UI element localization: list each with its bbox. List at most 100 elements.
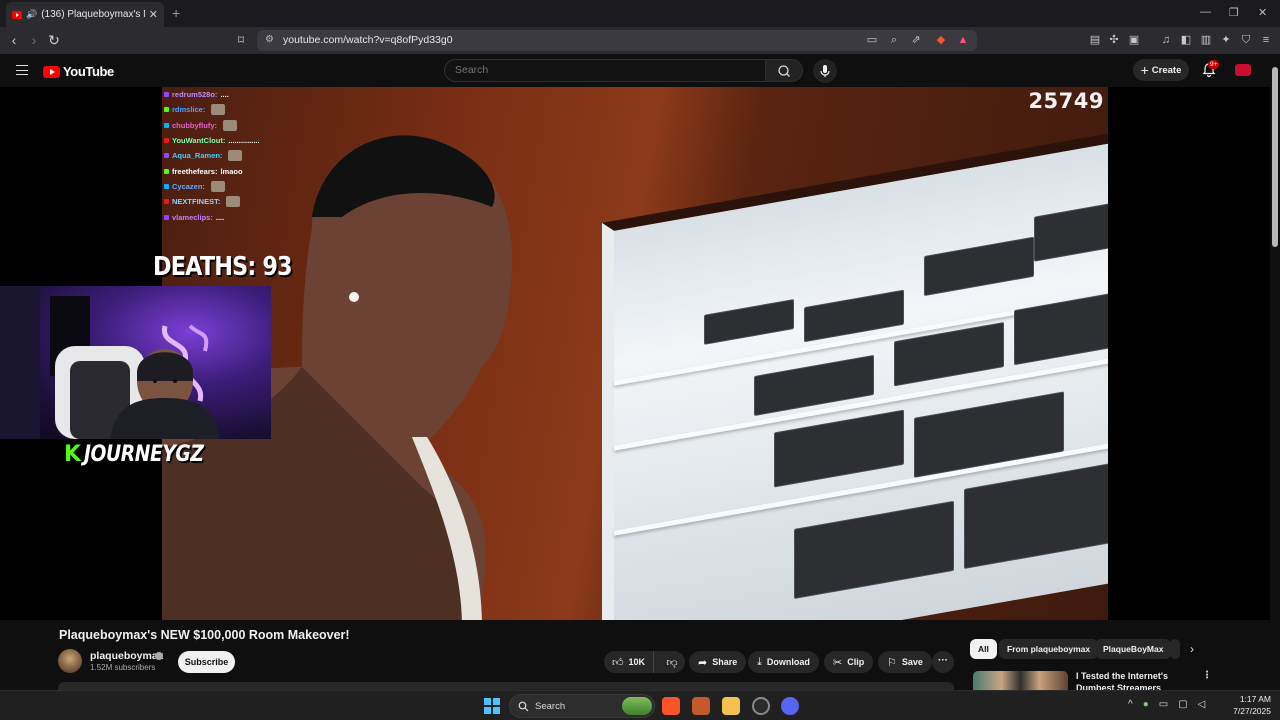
chip-plaqueboymax[interactable]: PlaqueBoyMax	[1095, 639, 1172, 659]
search-box[interactable]	[444, 59, 766, 82]
chat-badge-icon	[164, 199, 169, 205]
maximize-icon[interactable]: ❐	[1229, 6, 1239, 19]
voice-search-button[interactable]	[813, 59, 837, 83]
browser-tab[interactable]: 🔊 (136) Plaqueboymax's NEW $ ✕	[6, 2, 164, 27]
microphone-tray-icon[interactable]: ●	[1143, 699, 1149, 710]
site-info-icon[interactable]: ⚙	[265, 34, 274, 45]
share-page-icon[interactable]: ⇗	[909, 33, 923, 47]
chat-text: ....	[215, 212, 225, 222]
recommended-video-menu-icon[interactable]: ⋮	[1202, 670, 1212, 681]
steam-icon[interactable]	[752, 697, 770, 715]
video-title: Plaqueboymax's NEW $100,000 Room Makeove…	[59, 628, 350, 642]
chat-emote-icon	[228, 150, 243, 162]
chip-next-chevron-icon[interactable]: ›	[1190, 642, 1194, 656]
chat-badge-icon	[164, 92, 169, 98]
chat-message: NEXTFINEST:	[164, 194, 334, 209]
leo-ai-icon[interactable]: ✦	[1219, 33, 1233, 47]
back-icon[interactable]: ‹	[6, 32, 22, 48]
brave-shields-icon[interactable]: ◆	[934, 33, 948, 47]
more-actions-button[interactable]: ···	[932, 651, 954, 673]
chat-badge-icon	[164, 214, 169, 220]
chat-username: chubbyflufy:	[172, 120, 217, 130]
download-icon: ⤓	[757, 655, 762, 668]
taskbar-clock[interactable]: 1:17 AM 7/27/2025	[1226, 694, 1271, 717]
kick-logo-icon: K	[64, 441, 82, 467]
stream-chat-overlay: redrum528o:.... rdmslice: chubbyflufy: YouW…	[164, 87, 334, 225]
search-input[interactable]	[455, 64, 755, 76]
chip-overflow[interactable]	[1170, 639, 1180, 659]
brave-rewards-icon[interactable]: ▲	[956, 33, 970, 47]
account-avatar[interactable]	[1235, 64, 1251, 76]
like-dislike-group: 👍︎ 10K 👎︎	[604, 651, 685, 673]
save-label: Save	[901, 657, 923, 667]
taskbar-search-label: Search	[535, 701, 566, 712]
hamburger-menu-icon[interactable]	[16, 65, 28, 75]
tray-chevron-icon[interactable]: ^	[1128, 699, 1133, 710]
description-box[interactable]	[58, 682, 954, 690]
save-button[interactable]: ⚐ Save	[878, 651, 932, 673]
clip-button[interactable]: ✂ Clip	[824, 651, 874, 673]
share-button[interactable]: ➦ Share	[689, 651, 747, 673]
vpn-shield-icon[interactable]: ⛉	[1239, 33, 1253, 47]
plus-icon: +	[1140, 62, 1149, 78]
chat-badge-icon	[164, 168, 169, 174]
video-player[interactable]: 25749 redrum528o:.... rdmslice: chubbyfluf…	[0, 87, 1270, 620]
bookmark-save-icon: ⚐	[887, 656, 897, 669]
recommended-video-thumbnail[interactable]	[973, 671, 1068, 690]
thumbs-up-icon: 👍︎	[612, 656, 624, 669]
subscribe-button[interactable]: Subscribe	[178, 651, 235, 673]
zoom-icon[interactable]: ⌕	[887, 33, 901, 47]
music-icon[interactable]: ♫	[1159, 33, 1173, 47]
thumbs-down-icon: 👎︎	[666, 656, 678, 669]
network-icon[interactable]: ▭	[1159, 699, 1168, 710]
scrollbar-thumb[interactable]	[1272, 67, 1278, 247]
volume-icon[interactable]: ◁	[1198, 699, 1206, 710]
cast-icon[interactable]: ▭	[865, 33, 879, 47]
like-button[interactable]: 👍︎ 10K	[604, 651, 654, 673]
extension-icon[interactable]: ▤	[1088, 33, 1102, 47]
dislike-button[interactable]: 👎︎	[659, 656, 685, 669]
chat-message: chubbyflufy:	[164, 118, 334, 133]
create-button[interactable]: + Create	[1133, 59, 1189, 81]
chat-emote-icon	[211, 104, 226, 116]
discord-icon[interactable]	[781, 697, 799, 715]
wallet-icon[interactable]: ▥	[1199, 33, 1213, 47]
chat-badge-icon	[164, 138, 169, 144]
screenshot-icon[interactable]: ▣	[1127, 33, 1141, 47]
forward-icon[interactable]: ›	[26, 32, 42, 48]
url-text: youtube.com/watch?v=q8ofPyd33g0	[283, 34, 453, 46]
browser-tab-bar: 🔊 (136) Plaqueboymax's NEW $ ✕ + — ❐ ✕	[0, 0, 1280, 27]
new-tab-button[interactable]: +	[172, 5, 180, 21]
close-tab-icon[interactable]: ✕	[149, 8, 158, 21]
channel-name[interactable]: plaqueboymax	[90, 650, 164, 662]
chat-message: Aqua_Ramen:	[164, 148, 334, 163]
chip-all[interactable]: All	[970, 639, 997, 659]
search-button[interactable]	[766, 59, 803, 82]
share-label: Share	[712, 657, 738, 667]
close-window-icon[interactable]: ✕	[1258, 6, 1267, 19]
app-icon[interactable]	[692, 697, 710, 715]
channel-avatar[interactable]	[58, 649, 82, 673]
sidebar-toggle-icon[interactable]: ◧	[1179, 33, 1193, 47]
youtube-logo[interactable]: YouTube	[43, 64, 114, 79]
file-explorer-icon[interactable]	[722, 697, 740, 715]
reload-icon[interactable]: ↻	[46, 32, 62, 48]
deaths-counter: DEATHS: 93	[153, 252, 293, 282]
browser-toolbar: ‹ › ↻ ⌑ ⚙ youtube.com/watch?v=q8ofPyd33g…	[0, 27, 1280, 54]
microphone-icon	[820, 65, 830, 77]
minimize-icon[interactable]: —	[1200, 6, 1211, 18]
chip-from-channel[interactable]: From plaqueboymax	[999, 639, 1099, 659]
taskbar-search[interactable]: Search	[509, 694, 655, 718]
display-icon[interactable]: ▢	[1178, 699, 1187, 710]
address-bar[interactable]: ⚙ youtube.com/watch?v=q8ofPyd33g0 ▭ ⌕ ⇗ …	[257, 30, 977, 51]
brave-browser-icon[interactable]	[662, 697, 680, 715]
windows-start-icon[interactable]	[484, 698, 500, 714]
bookmark-icon[interactable]: ⌑	[233, 32, 249, 48]
page-scrollbar[interactable]	[1270, 54, 1280, 690]
recommended-video-title[interactable]: I Tested the Internet's Dumbest Streamer…	[1076, 670, 1201, 690]
download-button[interactable]: ⤓ Download	[748, 651, 819, 673]
windows-taskbar: Search ^ ● ▭ ▢ ◁ 1:17 AM 7/27/2025	[0, 690, 1280, 720]
taskbar-search-icon	[518, 701, 529, 712]
puzzle-icon[interactable]: ✣	[1107, 33, 1121, 47]
browser-menu-icon[interactable]: ≡	[1259, 33, 1273, 47]
